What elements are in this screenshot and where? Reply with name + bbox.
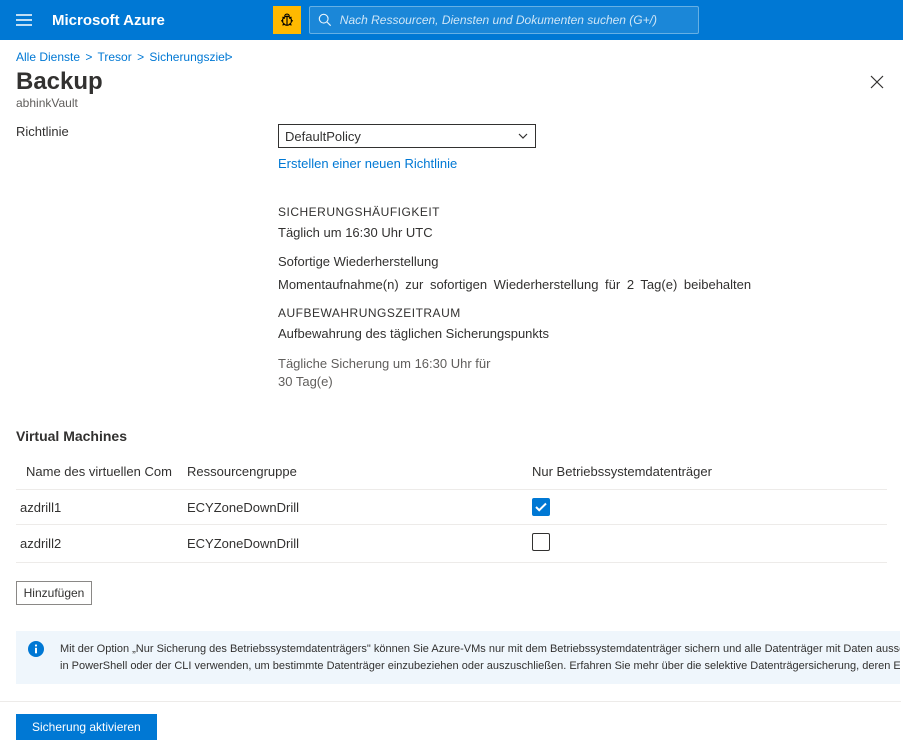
cell-os-only [526, 525, 887, 563]
create-policy-link[interactable]: Erstellen einer neuen Richtlinie [278, 156, 457, 171]
brand-label: Microsoft Azure [48, 12, 183, 29]
instant-restore-label: Sofortige Wiederherstellung [278, 254, 887, 269]
breadcrumb: Alle Dienste > Tresor > Sicherungsziel> [0, 40, 903, 68]
policy-dropdown[interactable]: DefaultPolicy [278, 124, 536, 148]
info-icon [28, 641, 48, 674]
close-icon[interactable] [867, 72, 887, 92]
cell-vm-name: azdrill1 [16, 490, 181, 525]
col-rg: Ressourcengruppe [181, 454, 526, 490]
os-only-checkbox[interactable] [532, 498, 550, 516]
bug-icon[interactable] [273, 6, 301, 34]
top-bar: Microsoft Azure [0, 0, 903, 40]
table-row: azdrill2ECYZoneDownDrill [16, 525, 887, 563]
info-bar: Mit der Option „Nur Sicherung des Betrie… [16, 631, 900, 684]
enable-backup-button[interactable]: Sicherung aktivieren [16, 714, 157, 740]
breadcrumb-item[interactable]: Sicherungsziel [149, 50, 227, 64]
os-only-checkbox[interactable] [532, 533, 550, 551]
cell-rg: ECYZoneDownDrill [181, 525, 526, 563]
col-os-only: Nur Betriebssystemdatenträger [526, 454, 887, 490]
backup-frequency-value: Täglich um 16:30 Uhr UTC [278, 225, 887, 240]
cell-rg: ECYZoneDownDrill [181, 490, 526, 525]
search-icon [318, 13, 332, 27]
menu-icon[interactable] [0, 0, 48, 40]
footer-bar: Sicherung aktivieren [0, 701, 901, 752]
search-box[interactable] [309, 6, 699, 34]
policy-label: Richtlinie [16, 124, 278, 171]
instant-restore-value: Momentaufnahme(n) zur sofortigen Wiederh… [278, 277, 887, 292]
info-text: Mit der Option „Nur Sicherung des Betrie… [60, 641, 900, 674]
table-row: azdrill1ECYZoneDownDrill [16, 490, 887, 525]
backup-frequency-heading: SICHERUNGSHÄUFIGKEIT [278, 205, 887, 219]
col-vm-name: Name des virtuellen Com [16, 454, 181, 490]
add-button[interactable]: Hinzufügen [16, 581, 92, 605]
cell-vm-name: azdrill2 [16, 525, 181, 563]
breadcrumb-item[interactable]: Tresor [98, 50, 132, 64]
retention-value: Tägliche Sicherung um 16:30 Uhr für 30 T… [278, 355, 508, 390]
policy-details: SICHERUNGSHÄUFIGKEIT Täglich um 16:30 Uh… [0, 171, 903, 390]
breadcrumb-item[interactable]: Alle Dienste [16, 50, 80, 64]
page-subtitle: abhinkVault [0, 96, 903, 124]
retention-heading: AUFBEWAHRUNGSZEITRAUM [278, 306, 887, 320]
chevron-down-icon [517, 130, 529, 142]
page-title: Backup [16, 68, 103, 96]
search-input[interactable] [340, 13, 690, 27]
vm-table: Name des virtuellen Com Ressourcengruppe… [16, 454, 887, 563]
retention-label: Aufbewahrung des täglichen Sicherungspun… [278, 326, 887, 341]
policy-dropdown-value: DefaultPolicy [285, 129, 361, 144]
vm-section-heading: Virtual Machines [0, 406, 903, 454]
cell-os-only [526, 490, 887, 525]
